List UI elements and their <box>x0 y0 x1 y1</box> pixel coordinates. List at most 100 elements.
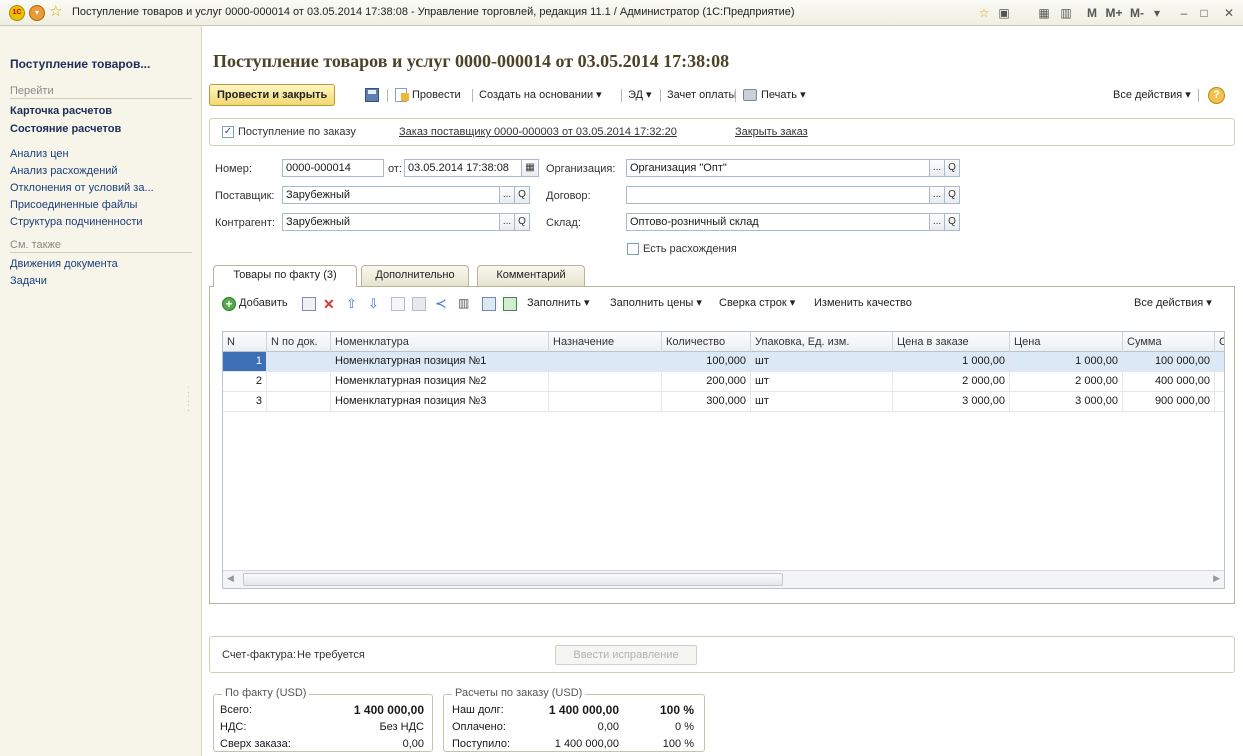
change-quality-button[interactable]: Изменить качество <box>814 295 912 311</box>
printer-icon[interactable] <box>743 89 757 101</box>
payment-offset-button[interactable]: Зачет оплаты <box>667 84 736 106</box>
order-link[interactable]: Заказ поставщику 0000-000003 от 03.05.20… <box>399 126 677 138</box>
table-row[interactable]: 3 Номенклатурная позиция №3 300,000 шт 3… <box>223 392 1224 412</box>
supplier-label: Поставщик: <box>215 190 275 202</box>
memory-mplus-button[interactable]: M+ <box>1103 4 1125 22</box>
divider <box>10 252 192 253</box>
table-row[interactable]: 1 Номенклатурная позиция №1 100,000 шт 1… <box>223 352 1224 372</box>
copy-row-icon[interactable] <box>302 297 316 311</box>
tab-additional[interactable]: Дополнительно <box>361 265 469 286</box>
sidebar-item-settlement-card[interactable]: Карточка расчетов <box>10 105 112 117</box>
column-header-order-price[interactable]: Цена в заказе <box>893 332 1010 352</box>
column-header-doc-n[interactable]: N по док. <box>267 332 331 352</box>
scrollbar-thumb[interactable] <box>243 573 783 586</box>
close-order-link[interactable]: Закрыть заказ <box>735 126 808 138</box>
supplier-open-icon[interactable]: Q <box>514 186 530 204</box>
print-button[interactable]: Печать ▾ <box>761 84 806 106</box>
favorite-star-icon[interactable]: ☆ <box>975 4 993 22</box>
select-icon[interactable] <box>482 297 496 311</box>
column-header-sum[interactable]: Сумма <box>1123 332 1215 352</box>
save-icon[interactable] <box>365 88 379 102</box>
post-button[interactable]: Провести <box>412 84 461 106</box>
table-row[interactable]: 2 Номенклатурная позиция №2 200,000 шт 2… <box>223 372 1224 392</box>
close-icon[interactable]: ✕ <box>1222 4 1236 22</box>
scroll-left-icon[interactable]: ◀ <box>227 573 234 584</box>
main-menu-icon[interactable]: ▾ <box>29 5 45 21</box>
panel-resize-handle[interactable]: ⁚ ⁚ ⁚ <box>187 386 190 413</box>
column-header-unit[interactable]: Упаковка, Ед. изм. <box>751 332 893 352</box>
memory-mminus-button[interactable]: M- <box>1127 4 1147 22</box>
supplier-field[interactable]: Зарубежный <box>282 186 500 204</box>
supplier-select-button[interactable]: ... <box>499 186 515 204</box>
favorites-star-icon[interactable]: ☆ <box>49 4 65 21</box>
sidebar-item-attached-files[interactable]: Присоединенные файлы <box>10 199 137 211</box>
sidebar-item-discrepancy-analysis[interactable]: Анализ расхождений <box>10 165 118 177</box>
tab-goods-actual[interactable]: Товары по факту (3) <box>213 265 357 287</box>
calendar-icon[interactable]: ▥ <box>1057 4 1075 22</box>
enter-correction-button[interactable]: Ввести исправление <box>555 645 697 665</box>
create-based-on-button[interactable]: Создать на основании ▾ <box>479 84 602 106</box>
app-logo-icon[interactable]: 1C <box>9 5 25 21</box>
horizontal-scrollbar[interactable]: ◀ ▶ <box>223 570 1224 588</box>
column-header-purpose[interactable]: Назначение <box>549 332 662 352</box>
contract-field[interactable] <box>626 186 930 204</box>
contract-select-button[interactable]: ... <box>929 186 945 204</box>
scroll-right-icon[interactable]: ▶ <box>1213 573 1220 584</box>
sidebar-item-document-movements[interactable]: Движения документа <box>10 258 118 270</box>
number-field[interactable]: 0000-000014 <box>282 159 384 177</box>
move-up-icon[interactable]: ⇧ <box>346 297 360 311</box>
history-icon[interactable]: ▣ <box>995 4 1013 22</box>
fill-button[interactable]: Заполнить ▾ <box>527 295 590 311</box>
calculator-icon[interactable]: ▦ <box>1035 4 1053 22</box>
sidebar-item-price-analysis[interactable]: Анализ цен <box>10 148 69 160</box>
sidebar-item-subordination[interactable]: Структура подчиненности <box>10 216 143 228</box>
all-actions-button[interactable]: Все действия ▾ <box>1113 84 1191 106</box>
organization-open-icon[interactable]: Q <box>944 159 960 177</box>
window-titlebar: 1C ▾ ☆ Поступление товаров и услуг 0000-… <box>0 0 1243 26</box>
fill-prices-button[interactable]: Заполнить цены ▾ <box>610 295 702 311</box>
add-button[interactable]: Добавить <box>239 295 288 311</box>
calendar-picker-icon[interactable]: ▦ <box>521 159 539 177</box>
maximize-icon[interactable]: □ <box>1197 4 1211 22</box>
table-all-actions-button[interactable]: Все действия ▾ <box>1134 295 1212 311</box>
share-icon[interactable]: ≺ <box>435 296 449 311</box>
column-header-price[interactable]: Цена <box>1010 332 1123 352</box>
sidebar-item-deviations[interactable]: Отклонения от условий за... <box>10 182 154 194</box>
pick-icon[interactable] <box>503 297 517 311</box>
column-header-n[interactable]: N <box>223 332 267 352</box>
sidebar-item-settlement-status[interactable]: Состояние расчетов <box>10 123 121 135</box>
organization-select-button[interactable]: ... <box>929 159 945 177</box>
counterparty-field[interactable]: Зарубежный <box>282 213 500 231</box>
delete-icon[interactable]: ✕ <box>323 297 337 311</box>
sidebar-item-tasks[interactable]: Задачи <box>10 275 47 287</box>
paste-icon[interactable] <box>412 297 426 311</box>
warehouse-select-button[interactable]: ... <box>929 213 945 231</box>
minimize-icon[interactable]: – <box>1177 4 1191 22</box>
counterparty-select-button[interactable]: ... <box>499 213 515 231</box>
reconcile-rows-button[interactable]: Сверка строк ▾ <box>719 295 795 311</box>
help-icon[interactable]: ? <box>1208 87 1225 104</box>
copy-icon[interactable] <box>391 297 405 311</box>
column-header-extra[interactable]: С <box>1215 332 1224 352</box>
chevron-down-icon[interactable]: ▾ <box>1150 4 1164 22</box>
date-field[interactable]: 03.05.2014 17:38:08 <box>404 159 522 177</box>
column-header-item[interactable]: Номенклатура <box>331 332 549 352</box>
sidebar-heading[interactable]: Поступление товаров... <box>10 57 150 71</box>
discrepancy-checkbox[interactable] <box>627 243 639 255</box>
order-totals-group: Расчеты по заказу (USD) Наш долг: 1 400 … <box>443 687 705 752</box>
post-icon[interactable] <box>395 88 409 102</box>
by-order-checkbox[interactable]: ✓ <box>222 126 234 138</box>
add-icon[interactable]: + <box>222 297 236 311</box>
move-down-icon[interactable]: ⇩ <box>368 297 382 311</box>
organization-field[interactable]: Организация "Опт" <box>626 159 930 177</box>
contract-open-icon[interactable]: Q <box>944 186 960 204</box>
warehouse-open-icon[interactable]: Q <box>944 213 960 231</box>
post-and-close-button[interactable]: Провести и закрыть <box>209 84 336 106</box>
warehouse-field[interactable]: Оптово-розничный склад <box>626 213 930 231</box>
counterparty-open-icon[interactable]: Q <box>514 213 530 231</box>
column-header-qty[interactable]: Количество <box>662 332 751 352</box>
barcode-icon[interactable]: ▥ <box>458 297 472 311</box>
ed-button[interactable]: ЭД ▾ <box>628 84 652 106</box>
tab-comment[interactable]: Комментарий <box>477 265 585 286</box>
memory-m-button[interactable]: M <box>1085 4 1099 22</box>
